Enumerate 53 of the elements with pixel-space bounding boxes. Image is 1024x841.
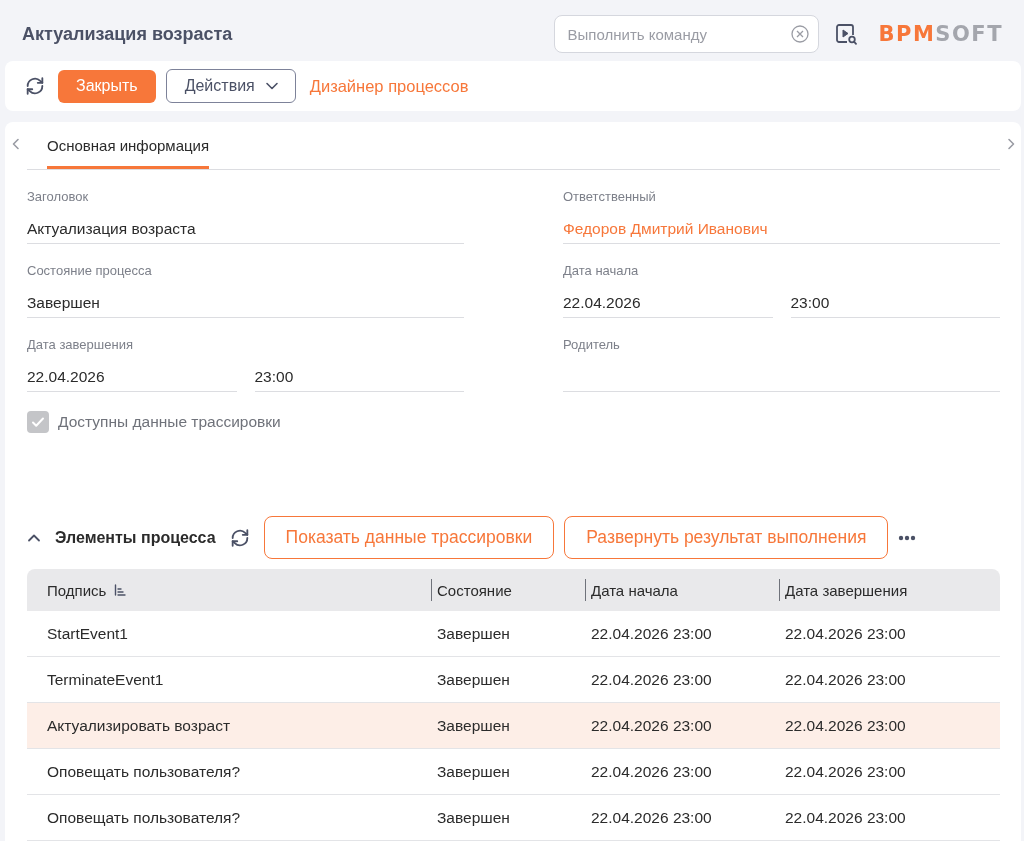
table-cell: Завершен [437, 762, 510, 781]
table-cell: Оповещать пользователя? [47, 762, 241, 781]
time-field[interactable]: 23:00 [790, 289, 1000, 318]
table-cell: Оповещать пользователя? [47, 808, 241, 827]
table-cell: TerminateEvent1 [47, 670, 164, 689]
table-row[interactable]: StartEvent1 Завершен 22.04.2026 23:00 22.04.2026 23:00 [27, 611, 1000, 657]
column-header[interactable]: Дата начала [591, 581, 678, 599]
column-header[interactable]: Состояние [437, 581, 512, 599]
table-cell: Завершен [437, 670, 510, 689]
table-cell: 22.04.2026 23:00 [785, 808, 906, 827]
table-cell: 22.04.2026 23:00 [591, 624, 712, 643]
table-cell: Актуализировать возраст [47, 716, 230, 735]
page-title: Актуализация возраста [22, 23, 233, 45]
more-icon[interactable] [898, 534, 917, 541]
field-label: Заголовок [27, 189, 90, 205]
table-cell: 22.04.2026 23:00 [591, 716, 712, 735]
time-field[interactable]: 23:00 [254, 363, 464, 392]
checkbox-label: Доступны данные трассировки [58, 413, 281, 431]
field-label: Ответственный [563, 189, 657, 205]
sort-icon[interactable] [114, 584, 127, 596]
section-title: Элементы процесса [55, 528, 216, 547]
table-cell: Завершен [437, 808, 510, 827]
brand-logo: BPMSOFT [878, 22, 1003, 46]
table-row[interactable]: Оповещать пользователя? Завершен 22.04.2026 23:00 22.04.2026 23:00 [27, 795, 1000, 841]
tab[interactable]: Основная информация [47, 122, 210, 169]
field-label: Состояние процесса [27, 263, 153, 279]
field-label: Родитель [563, 337, 621, 353]
check-icon [31, 415, 45, 429]
field-label: Дата начала [563, 263, 640, 279]
table-cell: 22.04.2026 23:00 [591, 670, 712, 689]
table-cell: 22.04.2026 23:00 [785, 762, 906, 781]
play-search-icon[interactable] [834, 23, 857, 45]
table-cell: 22.04.2026 23:00 [785, 624, 906, 643]
clear-icon[interactable] [790, 25, 809, 43]
table-cell: StartEvent1 [47, 624, 128, 643]
field-label: Дата завершения [27, 337, 134, 353]
table-cell: 22.04.2026 23:00 [591, 762, 712, 781]
date-field[interactable]: 22.04.2026 [563, 289, 773, 318]
table-row[interactable]: Оповещать пользователя? Завершен 22.04.2026 23:00 22.04.2026 23:00 [27, 749, 1000, 795]
column-header[interactable]: Подпись [47, 581, 127, 599]
table-cell: 22.04.2026 23:00 [785, 670, 906, 689]
column-header[interactable]: Дата завершения [785, 581, 908, 599]
dropdown-button[interactable]: Действия [165, 69, 296, 103]
date-field[interactable]: 22.04.2026 [27, 363, 237, 392]
refresh-icon[interactable] [24, 75, 46, 97]
table-cell: Завершен [437, 716, 510, 735]
text-field[interactable]: Актуализация возраста [27, 215, 464, 244]
command-field[interactable]: Выполнить команду [553, 15, 819, 53]
table-row[interactable]: Актуализировать возраст Завершен 22.04.2026 23:00 22.04.2026 23:00 [27, 703, 1000, 749]
table-cell: 22.04.2026 23:00 [785, 716, 906, 735]
table-cell: 22.04.2026 23:00 [591, 808, 712, 827]
table-cell: Завершен [437, 624, 510, 643]
text-field[interactable]: Завершен [27, 289, 464, 318]
